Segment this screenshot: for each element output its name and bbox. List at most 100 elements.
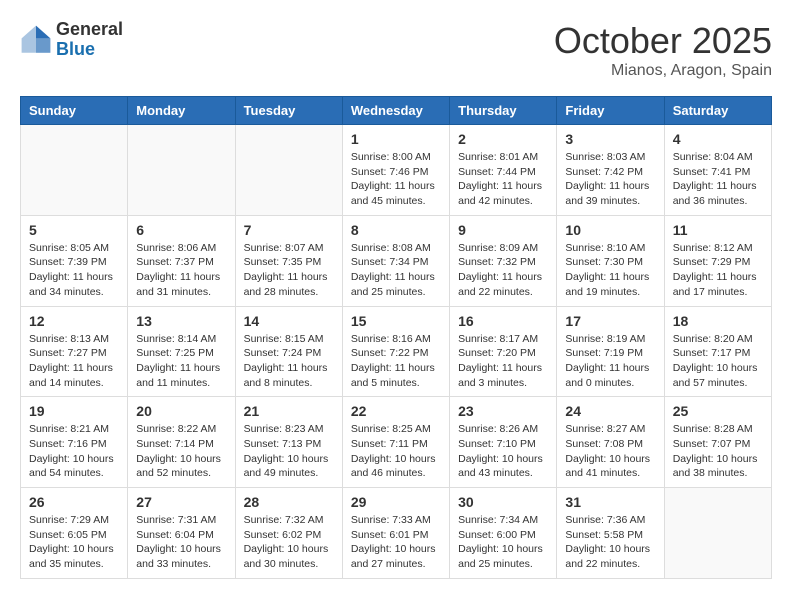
calendar-cell: 21 Sunrise: 8:23 AM Sunset: 7:13 PM Dayli… [235, 397, 342, 488]
day-number: 29 [351, 494, 441, 510]
day-number: 27 [136, 494, 226, 510]
calendar-cell: 22 Sunrise: 8:25 AM Sunset: 7:11 PM Dayli… [342, 397, 449, 488]
day-info: Sunrise: 8:14 AM Sunset: 7:25 PM Dayligh… [136, 332, 226, 391]
day-number: 13 [136, 313, 226, 329]
day-info: Sunrise: 7:32 AM Sunset: 6:02 PM Dayligh… [244, 513, 334, 572]
calendar-cell: 6 Sunrise: 8:06 AM Sunset: 7:37 PM Daylig… [128, 215, 235, 306]
day-info: Sunrise: 8:06 AM Sunset: 7:37 PM Dayligh… [136, 241, 226, 300]
calendar-cell: 31 Sunrise: 7:36 AM Sunset: 5:58 PM Dayli… [557, 488, 664, 579]
page-header: General Blue October 2025 Mianos, Aragon… [20, 20, 772, 80]
calendar-cell: 23Sunrise: 8:26 AM Sunset: 7:10 PM Dayli… [450, 397, 557, 488]
day-number: 5 [29, 222, 119, 238]
day-number: 18 [673, 313, 763, 329]
calendar-cell: 9Sunrise: 8:09 AM Sunset: 7:32 PM Daylig… [450, 215, 557, 306]
day-info: Sunrise: 8:23 AM Sunset: 7:13 PM Dayligh… [244, 422, 334, 481]
day-number: 22 [351, 403, 441, 419]
day-number: 15 [351, 313, 441, 329]
day-info: Sunrise: 8:04 AM Sunset: 7:41 PM Dayligh… [673, 150, 763, 209]
day-info: Sunrise: 8:01 AM Sunset: 7:44 PM Dayligh… [458, 150, 548, 209]
calendar-week-row: 5 Sunrise: 8:05 AM Sunset: 7:39 PM Daylig… [21, 215, 772, 306]
day-number: 24 [565, 403, 655, 419]
day-number: 8 [351, 222, 441, 238]
day-info: Sunrise: 8:00 AM Sunset: 7:46 PM Dayligh… [351, 150, 441, 209]
day-number: 28 [244, 494, 334, 510]
day-number: 31 [565, 494, 655, 510]
day-info: Sunrise: 8:20 AM Sunset: 7:17 PM Dayligh… [673, 332, 763, 391]
day-info: Sunrise: 8:21 AM Sunset: 7:16 PM Dayligh… [29, 422, 119, 481]
calendar-cell: 1 Sunrise: 8:00 AM Sunset: 7:46 PM Daylig… [342, 125, 449, 216]
calendar-cell: 2Sunrise: 8:01 AM Sunset: 7:44 PM Daylig… [450, 125, 557, 216]
day-info: Sunrise: 8:28 AM Sunset: 7:07 PM Dayligh… [673, 422, 763, 481]
month-title: October 2025 [554, 20, 772, 62]
day-number: 17 [565, 313, 655, 329]
day-number: 25 [673, 403, 763, 419]
day-info: Sunrise: 8:03 AM Sunset: 7:42 PM Dayligh… [565, 150, 655, 209]
day-number: 26 [29, 494, 119, 510]
day-info: Sunrise: 8:08 AM Sunset: 7:34 PM Dayligh… [351, 241, 441, 300]
calendar-cell [664, 488, 771, 579]
day-info: Sunrise: 8:13 AM Sunset: 7:27 PM Dayligh… [29, 332, 119, 391]
day-info: Sunrise: 8:12 AM Sunset: 7:29 PM Dayligh… [673, 241, 763, 300]
calendar-week-row: 19 Sunrise: 8:21 AM Sunset: 7:16 PM Dayli… [21, 397, 772, 488]
day-info: Sunrise: 8:05 AM Sunset: 7:39 PM Dayligh… [29, 241, 119, 300]
calendar-cell: 14 Sunrise: 8:15 AM Sunset: 7:24 PM Dayli… [235, 306, 342, 397]
calendar-cell: 5 Sunrise: 8:05 AM Sunset: 7:39 PM Daylig… [21, 215, 128, 306]
weekday-header: Friday [557, 97, 664, 125]
calendar-week-row: 12 Sunrise: 8:13 AM Sunset: 7:27 PM Dayli… [21, 306, 772, 397]
day-number: 12 [29, 313, 119, 329]
title-section: October 2025 Mianos, Aragon, Spain [554, 20, 772, 80]
day-number: 11 [673, 222, 763, 238]
day-info: Sunrise: 8:25 AM Sunset: 7:11 PM Dayligh… [351, 422, 441, 481]
day-number: 7 [244, 222, 334, 238]
day-info: Sunrise: 7:36 AM Sunset: 5:58 PM Dayligh… [565, 513, 655, 572]
calendar-cell: 17Sunrise: 8:19 AM Sunset: 7:19 PM Dayli… [557, 306, 664, 397]
calendar-cell: 12 Sunrise: 8:13 AM Sunset: 7:27 PM Dayli… [21, 306, 128, 397]
weekday-header: Thursday [450, 97, 557, 125]
day-number: 4 [673, 131, 763, 147]
day-info: Sunrise: 8:15 AM Sunset: 7:24 PM Dayligh… [244, 332, 334, 391]
calendar-cell: 26 Sunrise: 7:29 AM Sunset: 6:05 PM Dayli… [21, 488, 128, 579]
day-number: 16 [458, 313, 548, 329]
calendar-cell: 10Sunrise: 8:10 AM Sunset: 7:30 PM Dayli… [557, 215, 664, 306]
weekday-header: Tuesday [235, 97, 342, 125]
logo-text: General Blue [56, 20, 123, 60]
logo-icon [20, 24, 52, 56]
day-info: Sunrise: 8:26 AM Sunset: 7:10 PM Dayligh… [458, 422, 548, 481]
calendar-cell: 11 Sunrise: 8:12 AM Sunset: 7:29 PM Dayli… [664, 215, 771, 306]
calendar-cell: 15 Sunrise: 8:16 AM Sunset: 7:22 PM Dayli… [342, 306, 449, 397]
day-number: 14 [244, 313, 334, 329]
weekday-header-row: SundayMondayTuesdayWednesdayThursdayFrid… [21, 97, 772, 125]
calendar-cell: 3 Sunrise: 8:03 AM Sunset: 7:42 PM Daylig… [557, 125, 664, 216]
location-text: Mianos, Aragon, Spain [554, 62, 772, 80]
day-info: Sunrise: 8:27 AM Sunset: 7:08 PM Dayligh… [565, 422, 655, 481]
day-number: 3 [565, 131, 655, 147]
logo-blue-text: Blue [56, 40, 123, 60]
calendar-cell: 7 Sunrise: 8:07 AM Sunset: 7:35 PM Daylig… [235, 215, 342, 306]
day-info: Sunrise: 8:07 AM Sunset: 7:35 PM Dayligh… [244, 241, 334, 300]
day-number: 9 [458, 222, 548, 238]
calendar-cell [128, 125, 235, 216]
day-number: 21 [244, 403, 334, 419]
calendar-cell [21, 125, 128, 216]
day-info: Sunrise: 7:33 AM Sunset: 6:01 PM Dayligh… [351, 513, 441, 572]
day-number: 1 [351, 131, 441, 147]
day-number: 19 [29, 403, 119, 419]
day-info: Sunrise: 8:17 AM Sunset: 7:20 PM Dayligh… [458, 332, 548, 391]
calendar-cell: 30Sunrise: 7:34 AM Sunset: 6:00 PM Dayli… [450, 488, 557, 579]
day-number: 10 [565, 222, 655, 238]
calendar-cell: 25 Sunrise: 8:28 AM Sunset: 7:07 PM Dayli… [664, 397, 771, 488]
calendar-cell: 29 Sunrise: 7:33 AM Sunset: 6:01 PM Dayli… [342, 488, 449, 579]
calendar-cell: 16 Sunrise: 8:17 AM Sunset: 7:20 PM Dayli… [450, 306, 557, 397]
day-info: Sunrise: 8:22 AM Sunset: 7:14 PM Dayligh… [136, 422, 226, 481]
logo: General Blue [20, 20, 123, 60]
day-number: 6 [136, 222, 226, 238]
day-info: Sunrise: 7:29 AM Sunset: 6:05 PM Dayligh… [29, 513, 119, 572]
calendar-week-row: 1 Sunrise: 8:00 AM Sunset: 7:46 PM Daylig… [21, 125, 772, 216]
calendar-cell: 20Sunrise: 8:22 AM Sunset: 7:14 PM Dayli… [128, 397, 235, 488]
day-info: Sunrise: 8:16 AM Sunset: 7:22 PM Dayligh… [351, 332, 441, 391]
weekday-header: Wednesday [342, 97, 449, 125]
calendar-cell: 8 Sunrise: 8:08 AM Sunset: 7:34 PM Daylig… [342, 215, 449, 306]
calendar-week-row: 26 Sunrise: 7:29 AM Sunset: 6:05 PM Dayli… [21, 488, 772, 579]
day-info: Sunrise: 7:31 AM Sunset: 6:04 PM Dayligh… [136, 513, 226, 572]
weekday-header: Sunday [21, 97, 128, 125]
